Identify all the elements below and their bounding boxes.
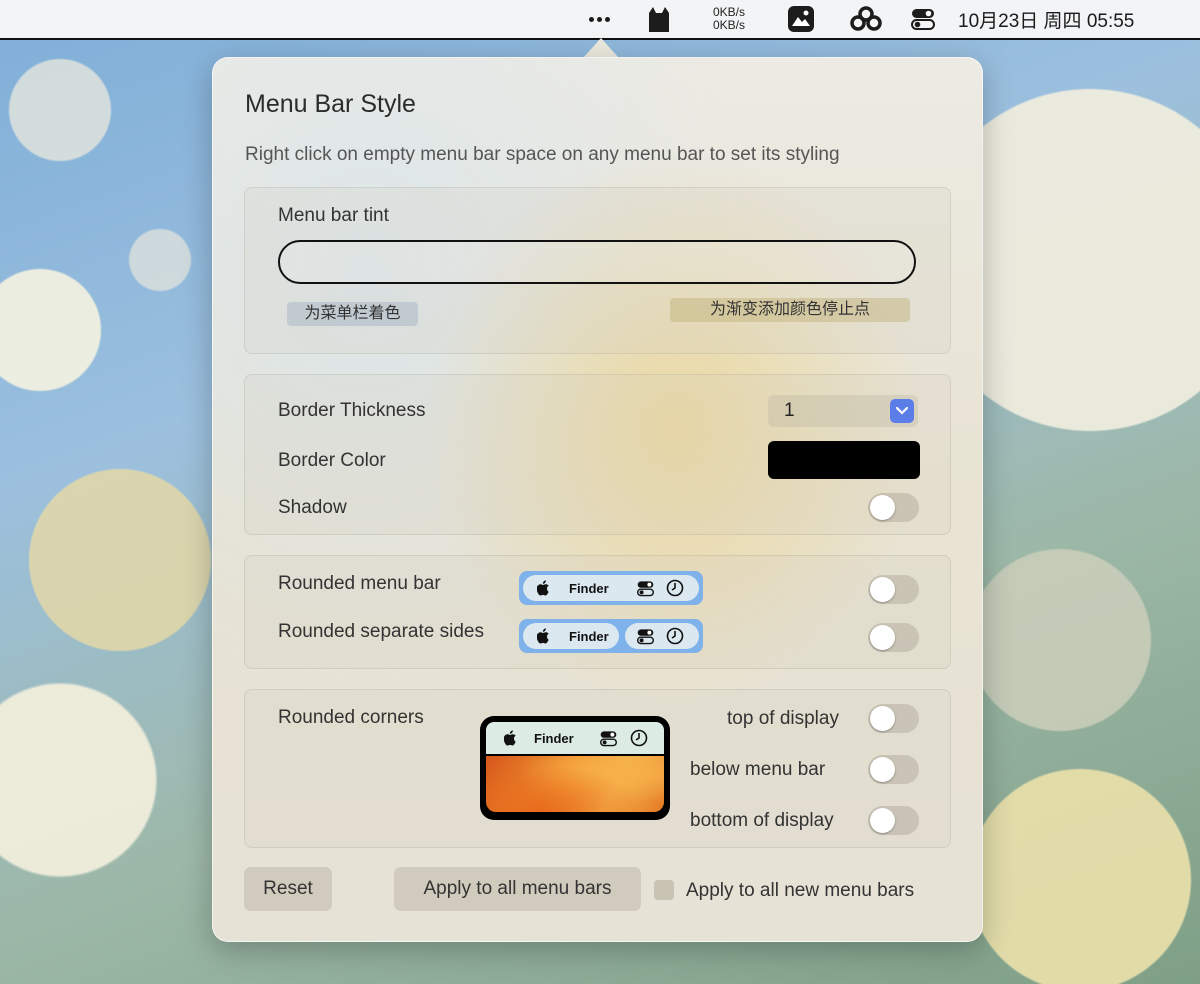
border-section: Border Thickness 1 Border Color Shadow <box>244 374 951 535</box>
top-of-display-label: top of display <box>727 708 839 729</box>
rounded-menu-bar-label: Rounded menu bar <box>278 573 441 594</box>
preview-app-name: Finder <box>534 731 574 746</box>
rounded-separate-sides-toggle[interactable] <box>868 623 919 652</box>
border-color-label: Border Color <box>278 450 386 471</box>
toggle-menu-icon <box>600 730 617 752</box>
apple-icon <box>503 730 518 751</box>
popover-subtitle: Right click on empty menu bar space on a… <box>245 144 840 165</box>
border-thickness-label: Border Thickness <box>278 400 426 421</box>
network-speed[interactable]: 0KB/s 0KB/s <box>700 0 758 38</box>
apply-new-checkbox[interactable] <box>654 880 674 900</box>
menu-bar: 0KB/s 0KB/s 10月23日 周四 05:55 <box>0 0 1200 40</box>
chevron-down-icon <box>890 399 914 423</box>
menu-bar-style-popover: Menu Bar Style Right click on empty menu… <box>212 57 983 942</box>
wallpaper-preview <box>486 756 664 812</box>
tint-section: Menu bar tint 为菜单栏着色 为渐变添加颜色停止点 <box>244 187 951 354</box>
preview-app-name: Finder <box>569 581 609 596</box>
apple-icon <box>536 580 551 601</box>
rounded-corners-label: Rounded corners <box>278 707 424 728</box>
toggle-menu-icon <box>637 580 654 602</box>
shadow-toggle[interactable] <box>868 493 919 522</box>
popover-title: Menu Bar Style <box>245 90 416 118</box>
rounded-separate-sides-label: Rounded separate sides <box>278 621 484 642</box>
photo-icon[interactable] <box>786 0 816 38</box>
bottom-of-display-toggle[interactable] <box>868 806 919 835</box>
menubar-clock[interactable]: 10月23日 周四 05:55 <box>958 0 1180 38</box>
tint-label: Menu bar tint <box>278 205 389 226</box>
add-gradient-stop-chip[interactable]: 为渐变添加颜色停止点 <box>670 298 910 322</box>
below-menu-bar-label: below menu bar <box>690 759 826 780</box>
clock-icon <box>666 579 684 602</box>
preview-menu-bar: Finder <box>486 722 664 754</box>
border-color-well[interactable] <box>768 441 920 479</box>
shadow-label: Shadow <box>278 497 347 518</box>
apply-all-button[interactable]: Apply to all menu bars <box>394 867 641 911</box>
rounded-separate-sides-preview: Finder <box>519 619 703 653</box>
tint-color-chip[interactable]: 为菜单栏着色 <box>287 302 418 326</box>
clock-icon <box>666 627 684 650</box>
toggle-menu-icon[interactable] <box>908 0 938 38</box>
more-dots-icon[interactable] <box>585 0 613 38</box>
apply-new-label[interactable]: Apply to all new menu bars <box>686 880 914 902</box>
toggle-menu-icon <box>637 628 654 650</box>
rounded-menu-bar-toggle[interactable] <box>868 575 919 604</box>
border-thickness-value: 1 <box>784 400 795 421</box>
display-preview: Finder <box>480 716 670 820</box>
reset-button[interactable]: Reset <box>244 867 332 911</box>
rounded-menu-bar-preview: Finder <box>519 571 703 605</box>
top-of-display-toggle[interactable] <box>868 704 919 733</box>
apple-icon <box>536 628 551 649</box>
below-menu-bar-toggle[interactable] <box>868 755 919 784</box>
cat-icon[interactable] <box>645 0 673 38</box>
clock-icon <box>630 729 648 752</box>
rounded-corners-section: Rounded corners Finder top of display be… <box>244 689 951 848</box>
net-download: 0KB/s <box>712 18 745 32</box>
rounding-section: Rounded menu bar Finder Rounded separate… <box>244 555 951 669</box>
cloud-icon[interactable] <box>848 0 884 38</box>
bottom-of-display-label: bottom of display <box>690 810 834 831</box>
border-thickness-select[interactable]: 1 <box>768 395 918 427</box>
tint-gradient-field[interactable] <box>278 240 916 284</box>
popover-arrow <box>583 38 619 58</box>
preview-app-name: Finder <box>569 629 609 644</box>
